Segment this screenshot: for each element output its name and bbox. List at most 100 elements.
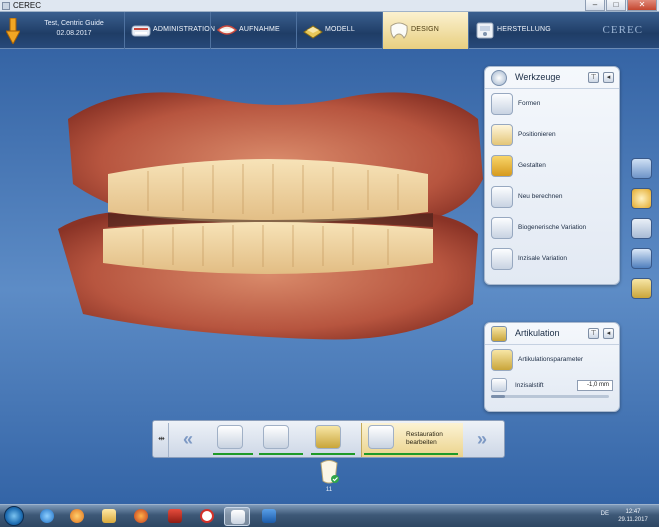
panel-title: Werkzeuge <box>515 72 561 82</box>
cerec-taskbar-icon <box>231 510 245 524</box>
back-arrow-icon[interactable] <box>6 18 20 44</box>
step-tabs: ADMINISTRATION AUFNAHME MODELL DESIGN HE… <box>124 12 554 49</box>
artikulation-panel: Artikulation ⊤ ◂ Artikulationsparameter … <box>484 322 620 412</box>
substep-progress <box>311 453 355 455</box>
taskbar-s-app[interactable] <box>256 507 282 526</box>
panel-title: Artikulation <box>515 328 560 338</box>
margin-icon <box>263 425 289 449</box>
substep-progress <box>259 453 303 455</box>
inzisale-variation-icon <box>491 248 513 270</box>
taskbar-app-a[interactable] <box>194 507 220 526</box>
tool-label: Neu berechnen <box>518 193 563 200</box>
tool-inzisale-variation[interactable]: Inzisale Variation <box>485 244 619 275</box>
step-label: MODELL <box>325 26 355 33</box>
articulator-view-icon[interactable] <box>631 278 652 299</box>
patient-info: Test, Centric Guide 02.08.2017 <box>30 19 118 39</box>
articulator-icon <box>491 326 507 342</box>
language-indicator[interactable]: DE <box>601 511 609 517</box>
pin-bar-icon[interactable]: ⇹ <box>155 423 169 457</box>
artikulation-header: Artikulation ⊤ ◂ <box>485 323 619 345</box>
pin-icon[interactable]: ⊤ <box>588 328 599 339</box>
tool-label: Positionieren <box>518 131 556 138</box>
crown-icon <box>217 425 243 449</box>
taskbar-cerec[interactable] <box>224 507 250 526</box>
step-modell[interactable]: MODELL <box>296 12 382 49</box>
modell-icon <box>303 25 323 39</box>
collapse-icon[interactable]: ◂ <box>603 72 614 83</box>
restoration-tooth-icon[interactable] <box>318 459 340 485</box>
design-step-bar: ⇹ « Restauration bearbeiten » <box>152 420 505 458</box>
inzisalstift-slider[interactable] <box>491 395 609 398</box>
aufnahme-icon <box>216 25 238 35</box>
insertion-axis-icon <box>315 425 341 449</box>
taskbar-explorer[interactable] <box>96 507 122 526</box>
close-button[interactable]: ✕ <box>627 0 657 11</box>
gestalten-icon <box>491 155 513 177</box>
view-cube-icon[interactable] <box>631 158 652 179</box>
window-title: CEREC <box>13 1 42 10</box>
substep-3[interactable] <box>309 423 361 457</box>
substep-restauration-bearbeiten[interactable]: Restauration bearbeiten <box>361 423 463 457</box>
minimize-button[interactable]: – <box>585 0 605 11</box>
patient-name: Test, Centric Guide <box>44 20 104 27</box>
patient-date: 02.08.2017 <box>56 30 92 37</box>
design-icon <box>390 22 408 39</box>
step-label: ADMINISTRATION <box>153 26 216 33</box>
restoration-edit-icon <box>368 425 394 449</box>
tool-label: Formen <box>518 100 541 107</box>
s-app-icon <box>262 509 276 523</box>
firefox-icon <box>134 509 148 523</box>
restoration-view-icon[interactable] <box>631 188 652 209</box>
slider-fill <box>491 395 506 398</box>
previous-step-button[interactable]: « <box>173 428 203 452</box>
next-step-button[interactable]: » <box>467 428 497 452</box>
taskbar: DE 12:47 29.11.2017 <box>0 504 659 527</box>
herstellung-icon <box>476 22 494 39</box>
inzisalstift-row: Inzisalstift -1,0 mm <box>485 376 619 402</box>
neu-berechnen-icon <box>491 186 513 208</box>
dental-model-3d[interactable] <box>48 79 488 341</box>
step-label: HERSTELLUNG <box>497 26 551 33</box>
administration-icon <box>131 25 151 37</box>
tool-positionieren[interactable]: Positionieren <box>485 120 619 151</box>
step-design[interactable]: DESIGN <box>382 12 468 49</box>
artikulationsparameter-button[interactable]: Artikulationsparameter <box>485 345 619 376</box>
tool-neu-berechnen[interactable]: Neu berechnen <box>485 182 619 213</box>
biogenerische-variation-icon <box>491 217 513 239</box>
inzisalstift-icon <box>491 378 507 392</box>
media-player-icon <box>70 509 84 523</box>
pin-icon[interactable]: ⊤ <box>588 72 599 83</box>
step-herstellung[interactable]: HERSTELLUNG <box>468 12 554 49</box>
substep-1[interactable] <box>211 423 257 457</box>
measure-icon[interactable] <box>631 218 652 239</box>
screenshot-icon[interactable] <box>631 248 652 269</box>
tool-label: Inzisale Variation <box>518 255 568 262</box>
substep-label: Restauration bearbeiten <box>406 431 443 446</box>
taskbar-firefox[interactable] <box>128 507 154 526</box>
tool-gestalten[interactable]: Gestalten <box>485 151 619 182</box>
formen-icon <box>491 93 513 115</box>
step-administration[interactable]: ADMINISTRATION <box>124 12 215 49</box>
werkzeuge-header: Werkzeuge ⊤ ◂ <box>485 67 619 89</box>
taskbar-ie[interactable] <box>34 507 60 526</box>
taskbar-media[interactable] <box>64 507 90 526</box>
step-label: AUFNAHME <box>239 26 280 33</box>
cerec-logo: CEREC <box>602 24 643 36</box>
collapse-icon[interactable]: ◂ <box>603 328 614 339</box>
taskbar-antivirus[interactable] <box>162 507 188 526</box>
maximize-button[interactable]: □ <box>606 0 626 11</box>
window-controls: – □ ✕ <box>584 0 657 11</box>
substep-progress <box>213 453 253 455</box>
clock-date: 29.11.2017 <box>618 517 648 523</box>
app-icon <box>2 2 10 10</box>
inzisalstift-label: Inzisalstift <box>515 382 544 389</box>
step-aufnahme[interactable]: AUFNAHME <box>210 12 296 49</box>
artikulationsparameter-icon <box>491 349 513 371</box>
substep-2[interactable] <box>257 423 309 457</box>
inzisalstift-value-field[interactable]: -1,0 mm <box>577 380 613 391</box>
tool-label: Artikulationsparameter <box>518 356 584 363</box>
start-button-icon[interactable] <box>4 506 24 526</box>
tool-biogenerische-variation[interactable]: Biogenerische Variation <box>485 213 619 244</box>
tool-formen[interactable]: Formen <box>485 89 619 120</box>
clock[interactable]: 12:47 29.11.2017 <box>613 508 653 524</box>
